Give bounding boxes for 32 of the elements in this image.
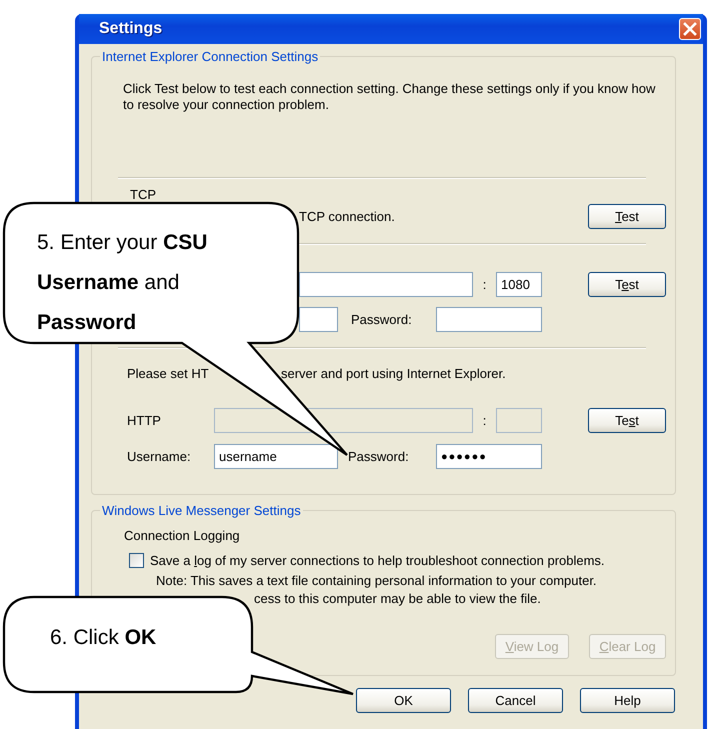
field-label: Username:: [127, 449, 192, 464]
group-title: Windows Live Messenger Settings: [101, 503, 302, 518]
callout-text: 6. Click OK: [50, 625, 158, 651]
checkbox[interactable]: [129, 553, 144, 568]
test-button[interactable]: Test: [588, 272, 666, 297]
description-text: Click Test below to test each connection setting. Change these settings only if you know how to resolve your connection problem.: [123, 81, 656, 113]
window-title: Settings: [99, 20, 162, 38]
close-icon: [683, 22, 697, 36]
close-button[interactable]: [679, 18, 701, 40]
note-text: Please set HT: [127, 366, 209, 381]
username-field[interactable]: [299, 307, 338, 332]
dialog-button[interactable]: OK: [356, 688, 451, 713]
note-text: server and port using Internet Explorer.: [281, 366, 506, 381]
group-title: Internet Explorer Connection Settings: [101, 49, 320, 64]
password-field[interactable]: [436, 307, 542, 332]
colon-text: :: [482, 277, 488, 292]
tcp-text: TCP connection.: [299, 208, 396, 224]
port-field[interactable]: 1080: [496, 272, 542, 297]
section-label: TCP: [130, 188, 157, 202]
callout-text: 5. Enter your CSU Username and Password: [37, 230, 208, 336]
note-text: cess to this computer may be able to view the file.: [254, 591, 542, 606]
section-label: Connection Logging: [124, 528, 241, 543]
note-text: Note: This saves a text file containing personal information to your computer.: [156, 573, 598, 588]
dialog-button[interactable]: Cancel: [468, 688, 563, 713]
field-label: Password:: [348, 449, 410, 464]
server-field[interactable]: [299, 272, 473, 297]
field-label: HTTP: [127, 413, 162, 428]
field-label: Password:: [351, 312, 413, 327]
colon-text: :: [482, 413, 488, 428]
checkbox-label[interactable]: Save a log of my server connections to help troubleshoot connection problems.: [150, 553, 605, 568]
dialog-button[interactable]: Help: [580, 688, 675, 713]
test-button[interactable]: Test: [588, 204, 666, 228]
